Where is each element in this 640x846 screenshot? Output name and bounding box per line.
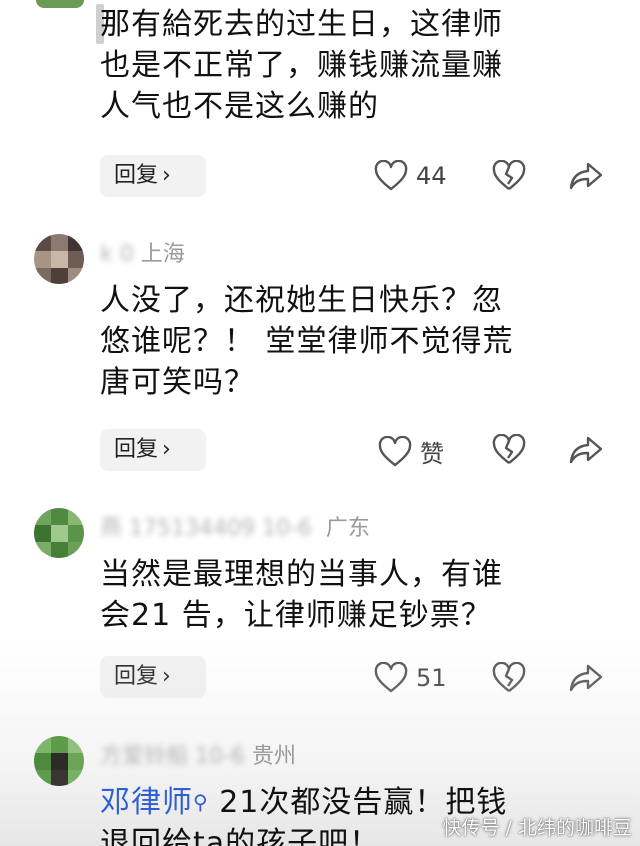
comment-line: 唐可笑吗？ [100, 365, 255, 400]
avatar[interactable] [34, 234, 84, 284]
like-button[interactable]: 44 [374, 160, 447, 192]
comment-text: 当然是最理想的当事人，有谁 会21 告，让律师赚足钞票？ [100, 554, 600, 636]
like-button[interactable]: 赞 [378, 434, 444, 469]
chevron-right-icon: › [162, 163, 171, 188]
share-arrow-icon [569, 436, 603, 464]
username-blurred: 燕 175134409 10-6 [100, 516, 312, 541]
reply-label: 回复 [114, 437, 159, 462]
comment-line: 人没了，还祝她生日快乐？忽 [100, 283, 503, 318]
comment-meta: 方爱铃船 10-6 贵州 [100, 738, 296, 770]
comment-text: 那有給死去的过生日，这律师 也是不正常了，赚钱赚流量赚 人气也不是这么赚的 [100, 4, 600, 127]
reply-label: 回复 [114, 664, 159, 689]
avatar-top-remnant [36, 0, 84, 8]
comment-line: 那有給死去的过生日，这律师 [100, 7, 503, 42]
reply-button[interactable]: 回复 › [100, 429, 206, 471]
watermark: 快传号 / 北纬的咖啡豆 [442, 817, 632, 839]
comment-line: 悠谁呢？！ 堂堂律师不觉得荒 [100, 324, 514, 359]
share-arrow-icon [569, 162, 603, 190]
comment-text: 人没了，还祝她生日快乐？忽 悠谁呢？！ 堂堂律师不觉得荒 唐可笑吗？ [100, 280, 600, 403]
comment-meta: k 0 上海 [100, 236, 185, 268]
location-label: 贵州 [251, 744, 296, 769]
share-button[interactable] [568, 434, 604, 466]
chevron-right-icon: › [162, 437, 171, 462]
comment-line: 人气也不是这么赚的 [100, 89, 379, 124]
share-arrow-icon [569, 664, 603, 692]
heart-outline-icon [374, 662, 408, 693]
search-icon: ⚲ [193, 790, 209, 814]
reply-button[interactable]: 回复 › [100, 155, 206, 197]
heart-outline-icon [374, 160, 408, 191]
avatar[interactable] [34, 736, 84, 786]
like-label: 赞 [420, 440, 444, 468]
username-blurred: k 0 [100, 242, 141, 267]
comment-meta: 燕 175134409 10-6 广东 [100, 510, 370, 542]
broken-heart-icon [492, 662, 526, 692]
chevron-right-icon: › [162, 664, 171, 689]
dislike-button[interactable] [492, 662, 526, 694]
broken-heart-icon [492, 160, 526, 190]
location-label: 上海 [140, 242, 185, 267]
like-button[interactable]: 51 [374, 662, 447, 694]
reply-button[interactable]: 回复 › [100, 656, 206, 698]
dislike-button[interactable] [492, 434, 526, 466]
avatar[interactable] [34, 508, 84, 558]
mention-link[interactable]: 邓律师 [100, 785, 193, 820]
heart-outline-icon [378, 435, 412, 466]
comment-line: 会21 告，让律师赚足钞票？ [100, 598, 492, 633]
like-count: 44 [416, 162, 447, 190]
share-button[interactable] [568, 662, 604, 694]
comment-line: 也是不正常了，赚钱赚流量赚 [100, 48, 503, 83]
username-blurred: 方爱铃船 10-6 [100, 744, 245, 769]
location-label: 广东 [325, 516, 370, 541]
like-count: 51 [416, 664, 447, 692]
dislike-button[interactable] [492, 160, 526, 192]
comment-line: 当然是最理想的当事人，有谁 [100, 557, 503, 592]
broken-heart-icon [492, 434, 526, 464]
reply-label: 回复 [114, 163, 159, 188]
share-button[interactable] [568, 160, 604, 192]
